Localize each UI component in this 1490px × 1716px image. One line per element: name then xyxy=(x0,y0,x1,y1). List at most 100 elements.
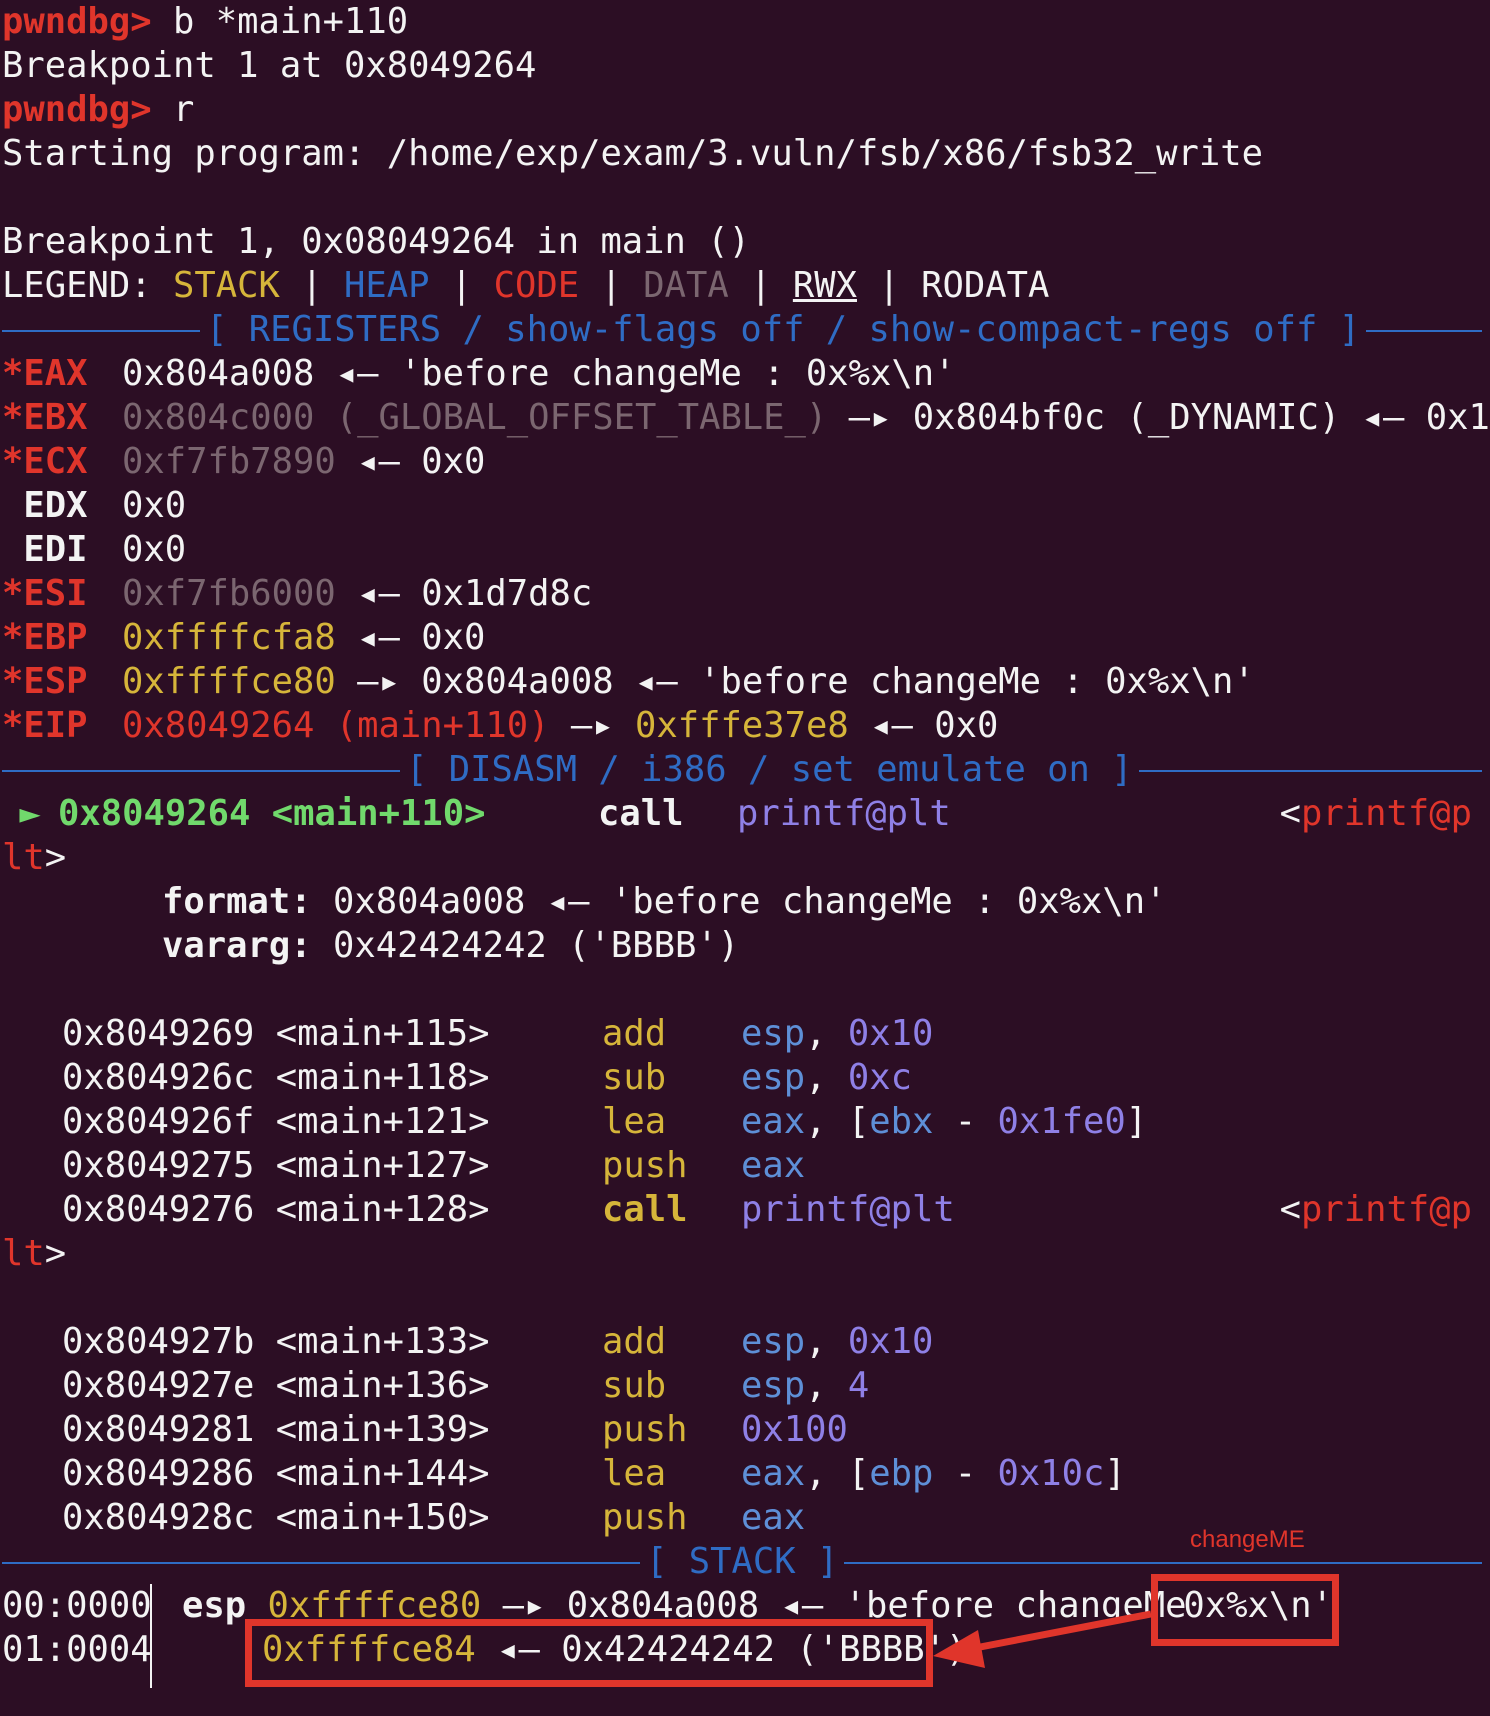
cmd-line-2: pwndbg> r xyxy=(2,88,1490,132)
disasm-line: 0x804927b <main+133> add esp, 0x10 xyxy=(2,1320,1490,1364)
instr-mnemonic: push xyxy=(602,1145,688,1186)
reg-deref: ◂— 0x1d7d8c xyxy=(335,573,593,614)
op-reg: eax xyxy=(741,1453,806,1494)
reg-value: 0xf7fb7890 xyxy=(122,441,336,482)
disasm-current-wrap: lt> xyxy=(2,836,1490,880)
disasm-header-text: [ DISASM / i386 / set emulate on ] xyxy=(400,748,1139,792)
reg-esp: *ESP 0xffffce80 —▸ 0x804a008 ◂— 'before c… xyxy=(2,660,1490,704)
instr-addr: 0x8049276 <main+128> xyxy=(62,1189,490,1230)
op-imm: 0x10c xyxy=(997,1453,1105,1494)
reg-ebx: *EBX 0x804c000 (_GLOBAL_OFFSET_TABLE_) —▸… xyxy=(2,396,1490,440)
op-reg: esp xyxy=(741,1321,806,1362)
arg-format: format: 0x804a008 ◂— 'before changeMe : … xyxy=(2,880,1490,924)
current-marker-icon: ► xyxy=(19,793,41,834)
op-sep: ] xyxy=(1125,1101,1148,1142)
disasm-line: 0x8049286 <main+144> lea eax, [ebp - 0x10c… xyxy=(2,1452,1490,1496)
wrap-sym: lt xyxy=(2,837,45,878)
reg-esi: *ESI 0xf7fb6000 ◂— 0x1d7d8c xyxy=(2,572,1490,616)
op-imm: 4 xyxy=(847,1365,870,1406)
starting-program-line: Starting program: /home/exp/exam/3.vuln/… xyxy=(2,133,1263,174)
arg-value: 0x804a008 ◂— 'before changeMe : 0x%x\n' xyxy=(311,881,1167,922)
reg-value: 0xffffce80 xyxy=(122,661,336,702)
arg-value: 0x42424242 ('BBBB') xyxy=(311,925,740,966)
prompt: pwndbg> xyxy=(2,89,152,130)
reg-eax: *EAX 0x804a008 ◂— 'before changeMe : 0x%x… xyxy=(2,352,1490,396)
stack-divider xyxy=(150,1584,152,1688)
op-sep: , xyxy=(805,1321,848,1362)
disasm-line: 0x8049269 <main+115> add esp, 0x10 xyxy=(2,1012,1490,1056)
op-sep: , xyxy=(805,1057,848,1098)
stack-index: 00:0000 xyxy=(2,1585,152,1626)
op-sep: - xyxy=(933,1453,998,1494)
reg-value: 0x804a008 xyxy=(122,353,315,394)
reg-deref: ◂— 0x0 xyxy=(848,705,999,746)
op-reg: esp xyxy=(741,1013,806,1054)
target-sym: printf@p xyxy=(1301,793,1472,834)
op-imm: 0xc xyxy=(847,1057,912,1098)
legend-code: CODE xyxy=(493,265,580,306)
reg-name: *EBX xyxy=(2,397,88,438)
terminal[interactable]: pwndbg> b *main+110 Breakpoint 1 at 0x80… xyxy=(2,0,1490,1672)
op-imm: 0x100 xyxy=(741,1409,848,1450)
cmd-line-1: pwndbg> b *main+110 xyxy=(2,0,1490,44)
reg-edx: EDX 0x0 xyxy=(2,484,1490,528)
instr-mnemonic: call xyxy=(602,1189,688,1230)
op-sep: ] xyxy=(1104,1453,1126,1494)
instr-target: <printf@p xyxy=(1280,792,1472,836)
reg-name: EDI xyxy=(2,529,88,570)
reg-name: *EBP xyxy=(2,617,88,658)
instr-addr: 0x8049264 <main+110> xyxy=(58,793,486,834)
reg-deref: —▸ 0x804bf0c (_DYNAMIC) ◂— 0x1 xyxy=(827,397,1490,438)
reg-deref: ◂— 'before changeMe : 0x%x\n' xyxy=(314,353,956,394)
instr-mnemonic: lea xyxy=(602,1101,667,1142)
instr-addr: 0x804926c <main+118> xyxy=(62,1057,490,1098)
reg-name: EDX xyxy=(2,485,88,526)
reg-value: 0x0 xyxy=(122,485,187,526)
stack-header-text: [ STACK ] xyxy=(640,1540,845,1584)
arg-vararg: vararg: 0x42424242 ('BBBB') xyxy=(2,924,1490,968)
instr-addr: 0x804926f <main+121> xyxy=(62,1101,490,1142)
legend-sep: | xyxy=(856,265,922,306)
bracket: < xyxy=(1279,1189,1302,1230)
legend-stack: STACK xyxy=(172,265,280,306)
reg-deref: —▸ 0x804a008 ◂— 'before changeMe : 0x%x\… xyxy=(335,661,1255,702)
command-text: b *main+110 xyxy=(151,1,409,42)
annotation-label: changeME xyxy=(1190,1526,1305,1553)
op-sep: , xyxy=(805,1365,848,1406)
instr-addr: 0x8049269 <main+115> xyxy=(62,1013,490,1054)
reg-name: *ESP xyxy=(2,661,88,702)
bracket: < xyxy=(1279,793,1302,834)
disasm-line: 0x804926c <main+118> sub esp, 0xc xyxy=(2,1056,1490,1100)
instr-addr: 0x8049275 <main+127> xyxy=(62,1145,490,1186)
op-imm: 0x1fe0 xyxy=(997,1101,1126,1142)
instr-addr: 0x8049281 <main+139> xyxy=(62,1409,490,1450)
instr-target: <printf@p xyxy=(1280,1188,1472,1232)
op-reg: esp xyxy=(741,1365,806,1406)
op-sep: - xyxy=(933,1101,998,1142)
op-reg: eax xyxy=(741,1145,806,1186)
instr-mnemonic: call xyxy=(598,793,684,834)
instr-operand: printf@plt xyxy=(741,1189,955,1230)
disasm-header: [ DISASM / i386 / set emulate on ] xyxy=(2,748,1490,792)
disasm-line: 0x8049275 <main+127> push eax xyxy=(2,1144,1490,1188)
registers-header: [ REGISTERS / show-flags off / show-comp… xyxy=(2,308,1490,352)
disasm-line: 0x8049281 <main+139> push 0x100 xyxy=(2,1408,1490,1452)
instr-operand: printf@plt xyxy=(737,793,951,834)
reg-edi: EDI 0x0 xyxy=(2,528,1490,572)
reg-name: *EIP xyxy=(2,705,88,746)
reg-ecx: *ECX 0xf7fb7890 ◂— 0x0 xyxy=(2,440,1490,484)
reg-deref: ◂— 0x0 xyxy=(335,441,486,482)
arg-label: format: xyxy=(162,881,312,922)
reg-value: 0xf7fb6000 xyxy=(122,573,336,614)
legend-data: DATA xyxy=(643,265,729,306)
instr-mnemonic: sub xyxy=(602,1057,667,1098)
legend-label: LEGEND: xyxy=(2,265,173,306)
command-text: r xyxy=(151,89,195,130)
op-reg: ebp xyxy=(869,1453,934,1494)
op-reg: ebx xyxy=(869,1101,934,1142)
op-sep: , [ xyxy=(805,1453,870,1494)
instr-mnemonic: push xyxy=(602,1409,688,1450)
